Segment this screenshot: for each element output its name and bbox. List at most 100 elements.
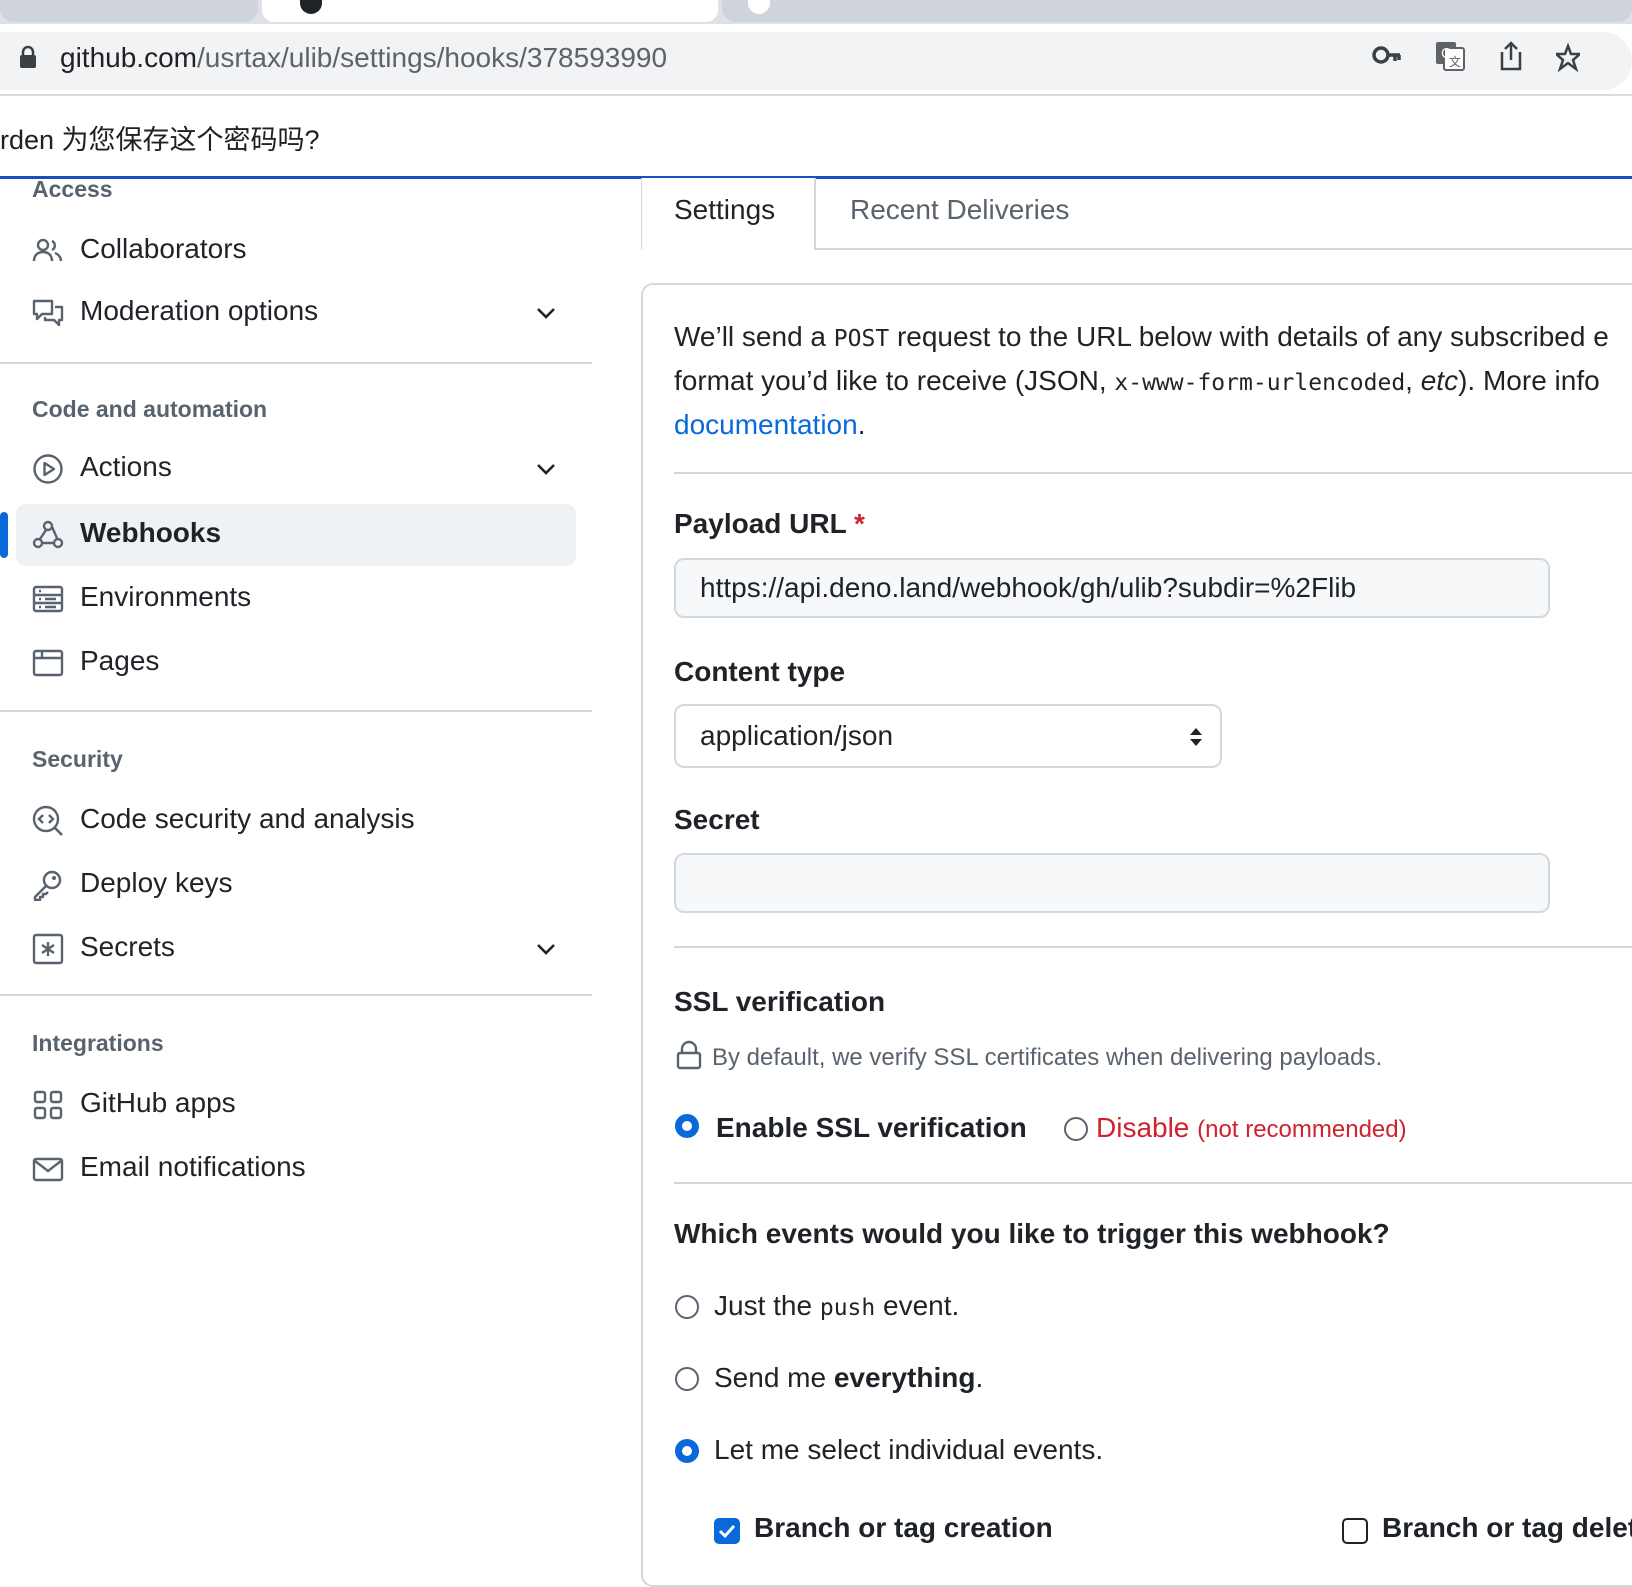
sidebar-item-label: Environments [80, 581, 252, 612]
sidebar-item-secrets[interactable]: Secrets [16, 918, 576, 980]
enable-ssl-label[interactable]: Enable SSL verification [716, 1112, 1027, 1144]
sidebar-item-environments[interactable]: Environments [16, 568, 576, 630]
sidebar-item-collaborators[interactable]: Collaborators [16, 220, 576, 282]
content-type-label: Content type [674, 656, 846, 687]
label-text: Payload URL [674, 508, 847, 539]
everything-text: everything [833, 1362, 976, 1393]
browser-tab[interactable] [0, 0, 258, 22]
active-indicator [0, 512, 8, 558]
chevron-down-icon[interactable] [534, 457, 558, 481]
label-text: event. [875, 1290, 960, 1321]
ssl-verification-heading: SSL verification [674, 986, 886, 1017]
intro-text: We’ll send a [674, 321, 834, 352]
select-individual-label[interactable]: Let me select individual events. [714, 1434, 1103, 1466]
webhook-intro-text: We’ll send a POST request to the URL bel… [674, 316, 1632, 446]
browser-icon [32, 649, 64, 677]
chevron-down-icon[interactable] [534, 301, 558, 325]
tab-recent-deliveries[interactable]: Recent Deliveries [816, 178, 1632, 250]
sidebar-item-label: Deploy keys [80, 867, 233, 898]
intro-line-2: format you’d like to receive (JSON, x-ww… [674, 360, 1632, 404]
select-arrows-icon [1190, 728, 1202, 746]
sidebar-item-pages[interactable]: Pages [16, 632, 576, 694]
just-push-radio[interactable] [675, 1295, 699, 1319]
branch-tag-creation-label[interactable]: Branch or tag creation [754, 1512, 1053, 1544]
comment-discussion-icon [32, 299, 64, 327]
content-type-value: application/json [700, 720, 894, 751]
key-icon [33, 870, 62, 901]
secret-input[interactable] [674, 853, 1550, 913]
sidebar-item-label: Collaborators [80, 233, 247, 264]
branch-tag-deletion-label[interactable]: Branch or tag delet [1382, 1512, 1632, 1544]
apps-icon [33, 1090, 63, 1120]
section-security: Security [32, 746, 123, 772]
branch-tag-deletion-checkbox[interactable] [1342, 1518, 1368, 1544]
section-access: Access [32, 176, 113, 202]
sidebar-item-deploy-keys[interactable]: Deploy keys [16, 854, 576, 916]
url-text[interactable]: github.com/usrtax/ulib/settings/hooks/37… [60, 42, 667, 74]
sidebar-item-label: Pages [80, 645, 160, 676]
server-icon [32, 585, 64, 613]
section-divider [674, 1182, 1632, 1184]
sidebar-item-moderation-options[interactable]: Moderation options [16, 282, 576, 344]
mail-icon [32, 1157, 64, 1182]
secret-label: Secret [674, 804, 760, 835]
just-push-label[interactable]: Just the push event. [714, 1290, 959, 1322]
sidebar-item-label: Moderation options [80, 295, 319, 326]
required-mark: * [853, 508, 865, 539]
url-path: /usrtax/ulib/settings/hooks/378593990 [196, 42, 668, 73]
label-text: . [975, 1362, 984, 1393]
not-recommended-text: (not recommended) [1197, 1116, 1407, 1143]
section-divider [674, 946, 1632, 948]
tab-settings[interactable]: Settings [642, 178, 816, 250]
browser-tab[interactable] [722, 0, 1632, 22]
sidebar-item-label: Email notifications [80, 1151, 306, 1182]
etc-text: etc [1420, 365, 1459, 396]
disable-ssl-radio[interactable] [1064, 1117, 1088, 1141]
bookmark-star-icon[interactable] [1552, 42, 1584, 79]
branch-tag-creation-checkbox[interactable] [714, 1518, 740, 1544]
sidebar-item-label: GitHub apps [80, 1087, 236, 1118]
share-icon[interactable] [1496, 40, 1526, 77]
section-integrations: Integrations [32, 1030, 164, 1056]
payload-url-input[interactable] [674, 558, 1550, 618]
browser-tab-active[interactable] [262, 0, 718, 22]
people-icon [32, 238, 63, 262]
lock-icon [676, 1040, 702, 1070]
tab-label: Settings [674, 194, 776, 225]
intro-period: . [857, 409, 866, 440]
sidebar-item-email-notifications[interactable]: Email notifications [16, 1138, 576, 1200]
select-individual-radio[interactable] [675, 1439, 699, 1463]
send-everything-label[interactable]: Send me everything. [714, 1362, 983, 1394]
translate-icon[interactable]: G文 [1434, 40, 1466, 77]
sidebar-item-webhooks[interactable]: Webhooks [16, 504, 576, 566]
password-save-prompt: rden 为您保存这个密码吗? [0, 125, 320, 155]
send-everything-radio[interactable] [675, 1367, 699, 1391]
payload-url-label: Payload URL * [674, 508, 865, 540]
intro-text: ). More info [1458, 365, 1600, 396]
webhook-icon [32, 520, 64, 549]
intro-line-3: documentation. [674, 404, 1632, 446]
content-type-select[interactable]: application/json [674, 704, 1222, 768]
chevron-down-icon[interactable] [534, 937, 558, 961]
sidebar-item-code-security-and-analysis[interactable]: Code security and analysis [16, 790, 576, 852]
url-host: github.com [60, 42, 197, 73]
password-key-icon[interactable] [1372, 40, 1402, 75]
browser-tabstrip [0, 0, 1632, 24]
label-text: Send me [714, 1362, 834, 1393]
sidebar-item-actions[interactable]: Actions [16, 438, 576, 500]
enable-ssl-radio[interactable] [675, 1114, 699, 1138]
disable-ssl-label[interactable]: Disable (not recommended) [1096, 1112, 1407, 1144]
sidebar-item-label: Secrets [80, 931, 175, 962]
key-asterisk-icon [32, 933, 64, 965]
events-heading: Which events would you like to trigger t… [674, 1218, 1390, 1249]
lock-icon [18, 45, 38, 74]
post-code: POST [833, 326, 890, 352]
disable-text: Disable [1096, 1112, 1190, 1143]
check-icon [718, 1524, 736, 1539]
label-text: Just the [714, 1290, 820, 1321]
codescan-icon [32, 805, 63, 836]
sidebar-item-github-apps[interactable]: GitHub apps [16, 1074, 576, 1136]
svg-text:文: 文 [1449, 54, 1461, 69]
documentation-link[interactable]: documentation [674, 409, 858, 440]
section-divider [674, 472, 1632, 474]
